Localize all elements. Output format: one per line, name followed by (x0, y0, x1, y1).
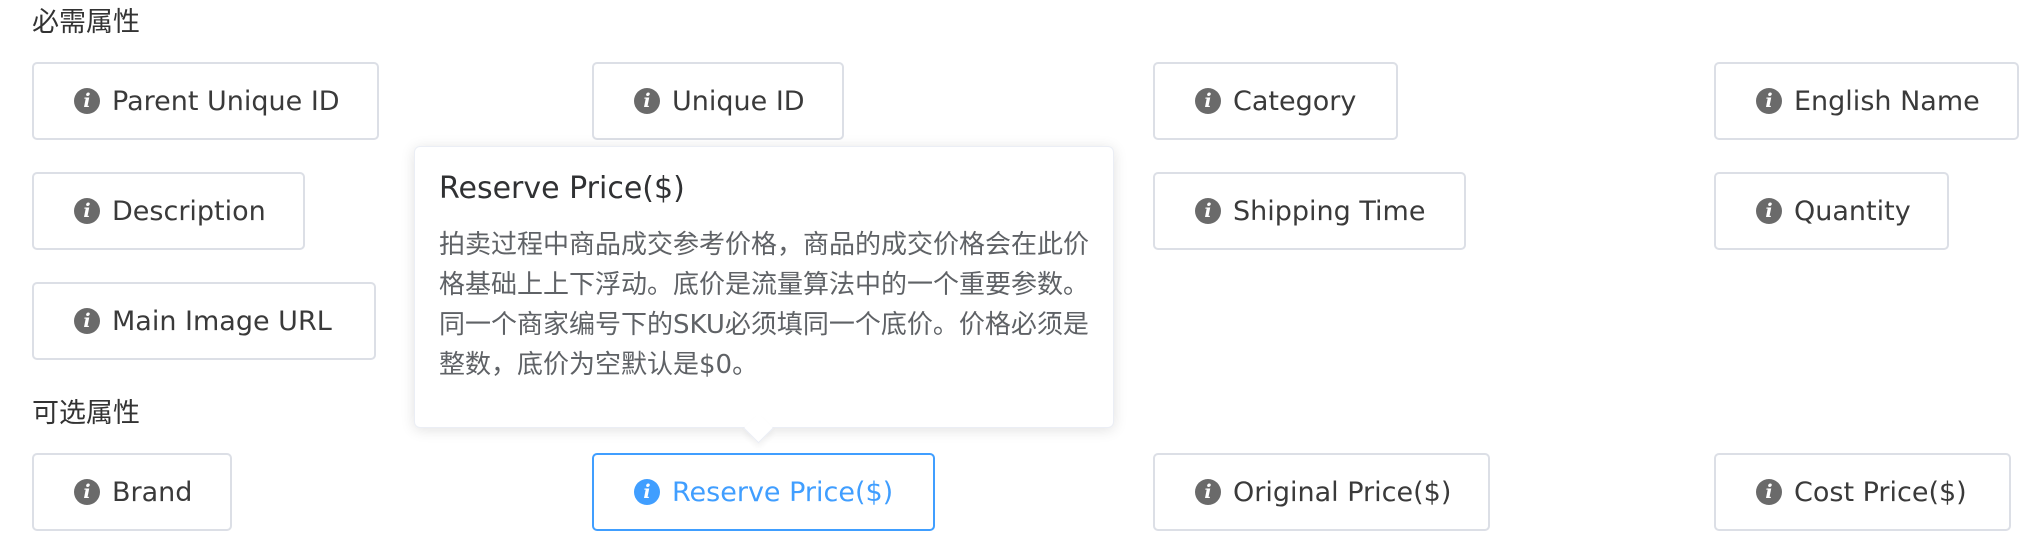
info-icon: i (74, 479, 100, 505)
info-icon: i (74, 88, 100, 114)
attr-chip-english-name[interactable]: i English Name (1714, 62, 2019, 140)
attr-chip-label: Reserve Price($) (672, 476, 894, 508)
attr-chip-original-price[interactable]: i Original Price($) (1153, 453, 1490, 531)
attr-chip-label: Quantity (1794, 195, 1911, 227)
info-icon: i (1756, 198, 1782, 224)
required-section-title: 必需属性 (32, 7, 140, 38)
attr-chip-label: Main Image URL (112, 305, 332, 337)
attr-chip-label: Cost Price($) (1794, 476, 1967, 508)
info-icon: i (1195, 198, 1221, 224)
info-icon: i (74, 308, 100, 334)
attr-chip-shipping-time[interactable]: i Shipping Time (1153, 172, 1466, 250)
attr-chip-label: English Name (1794, 85, 1980, 117)
attr-chip-quantity[interactable]: i Quantity (1714, 172, 1949, 250)
attr-chip-cost-price[interactable]: i Cost Price($) (1714, 453, 2011, 531)
attr-chip-description[interactable]: i Description (32, 172, 305, 250)
attr-chip-main-image-url[interactable]: i Main Image URL (32, 282, 376, 360)
popover-body: 拍卖过程中商品成交参考价格，商品的成交价格会在此价格基础上上下浮动。底价是流量算… (439, 230, 1090, 380)
optional-section-title: 可选属性 (32, 398, 140, 429)
attr-chip-label: Category (1233, 85, 1357, 117)
attr-chip-reserve-price[interactable]: i Reserve Price($) (592, 453, 935, 531)
reserve-price-popover: Reserve Price($) 拍卖过程中商品成交参考价格，商品的成交价格会在… (414, 146, 1114, 428)
info-icon: i (634, 88, 660, 114)
attr-chip-label: Unique ID (672, 85, 805, 117)
attr-chip-brand[interactable]: i Brand (32, 453, 232, 531)
info-icon: i (74, 198, 100, 224)
attr-chip-label: Description (112, 195, 266, 227)
popover-title: Reserve Price($) (439, 171, 685, 206)
attr-chip-label: Parent Unique ID (112, 85, 340, 117)
info-icon: i (1195, 479, 1221, 505)
info-icon: i (1756, 479, 1782, 505)
attr-chip-label: Shipping Time (1233, 195, 1426, 227)
info-icon: i (1195, 88, 1221, 114)
info-icon: i (1756, 88, 1782, 114)
attr-chip-label: Original Price($) (1233, 476, 1452, 508)
attr-chip-unique-id[interactable]: i Unique ID (592, 62, 844, 140)
attr-chip-category[interactable]: i Category (1153, 62, 1398, 140)
attr-chip-parent-unique-id[interactable]: i Parent Unique ID (32, 62, 379, 140)
info-icon: i (634, 479, 660, 505)
attr-chip-label: Brand (112, 476, 193, 508)
